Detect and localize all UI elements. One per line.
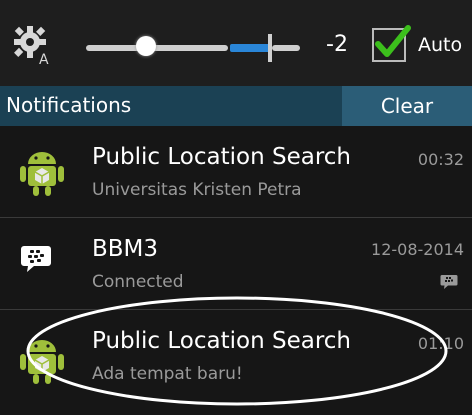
slider-fill [230, 44, 270, 52]
android-icon [20, 152, 64, 196]
notification-subtitle: Connected [92, 272, 184, 292]
auto-label: Auto [418, 34, 463, 56]
checkmark-icon [375, 25, 411, 57]
notification-subtitle: Universitas Kristen Petra [92, 180, 302, 200]
auto-brightness-checkbox[interactable] [372, 25, 411, 62]
notification-title: Public Location Search [92, 144, 351, 170]
svg-text:A: A [39, 52, 49, 66]
notification-time: 12-08-2014 [371, 240, 464, 259]
quick-settings-bar: A -2 Auto [0, 0, 472, 90]
slider-track [86, 45, 228, 51]
highlight-ellipse [26, 296, 448, 406]
slider-default-mark [268, 34, 272, 62]
bbm-icon [21, 246, 51, 272]
bbm-small-icon [440, 275, 458, 289]
notification-item[interactable]: Public Location Search Universitas Krist… [0, 126, 472, 218]
notifications-header: Notifications Clear [0, 86, 472, 126]
gear-auto-brightness-icon[interactable]: A [12, 24, 52, 66]
clear-button[interactable]: Clear [342, 86, 472, 126]
slider-track-end [272, 45, 300, 51]
slider-knob[interactable] [136, 36, 156, 56]
brightness-value: -2 [326, 32, 348, 57]
brightness-slider[interactable] [80, 34, 302, 62]
notification-title: BBM3 [92, 236, 159, 262]
notifications-title: Notifications [6, 93, 132, 117]
notification-time: 00:32 [417, 150, 464, 169]
